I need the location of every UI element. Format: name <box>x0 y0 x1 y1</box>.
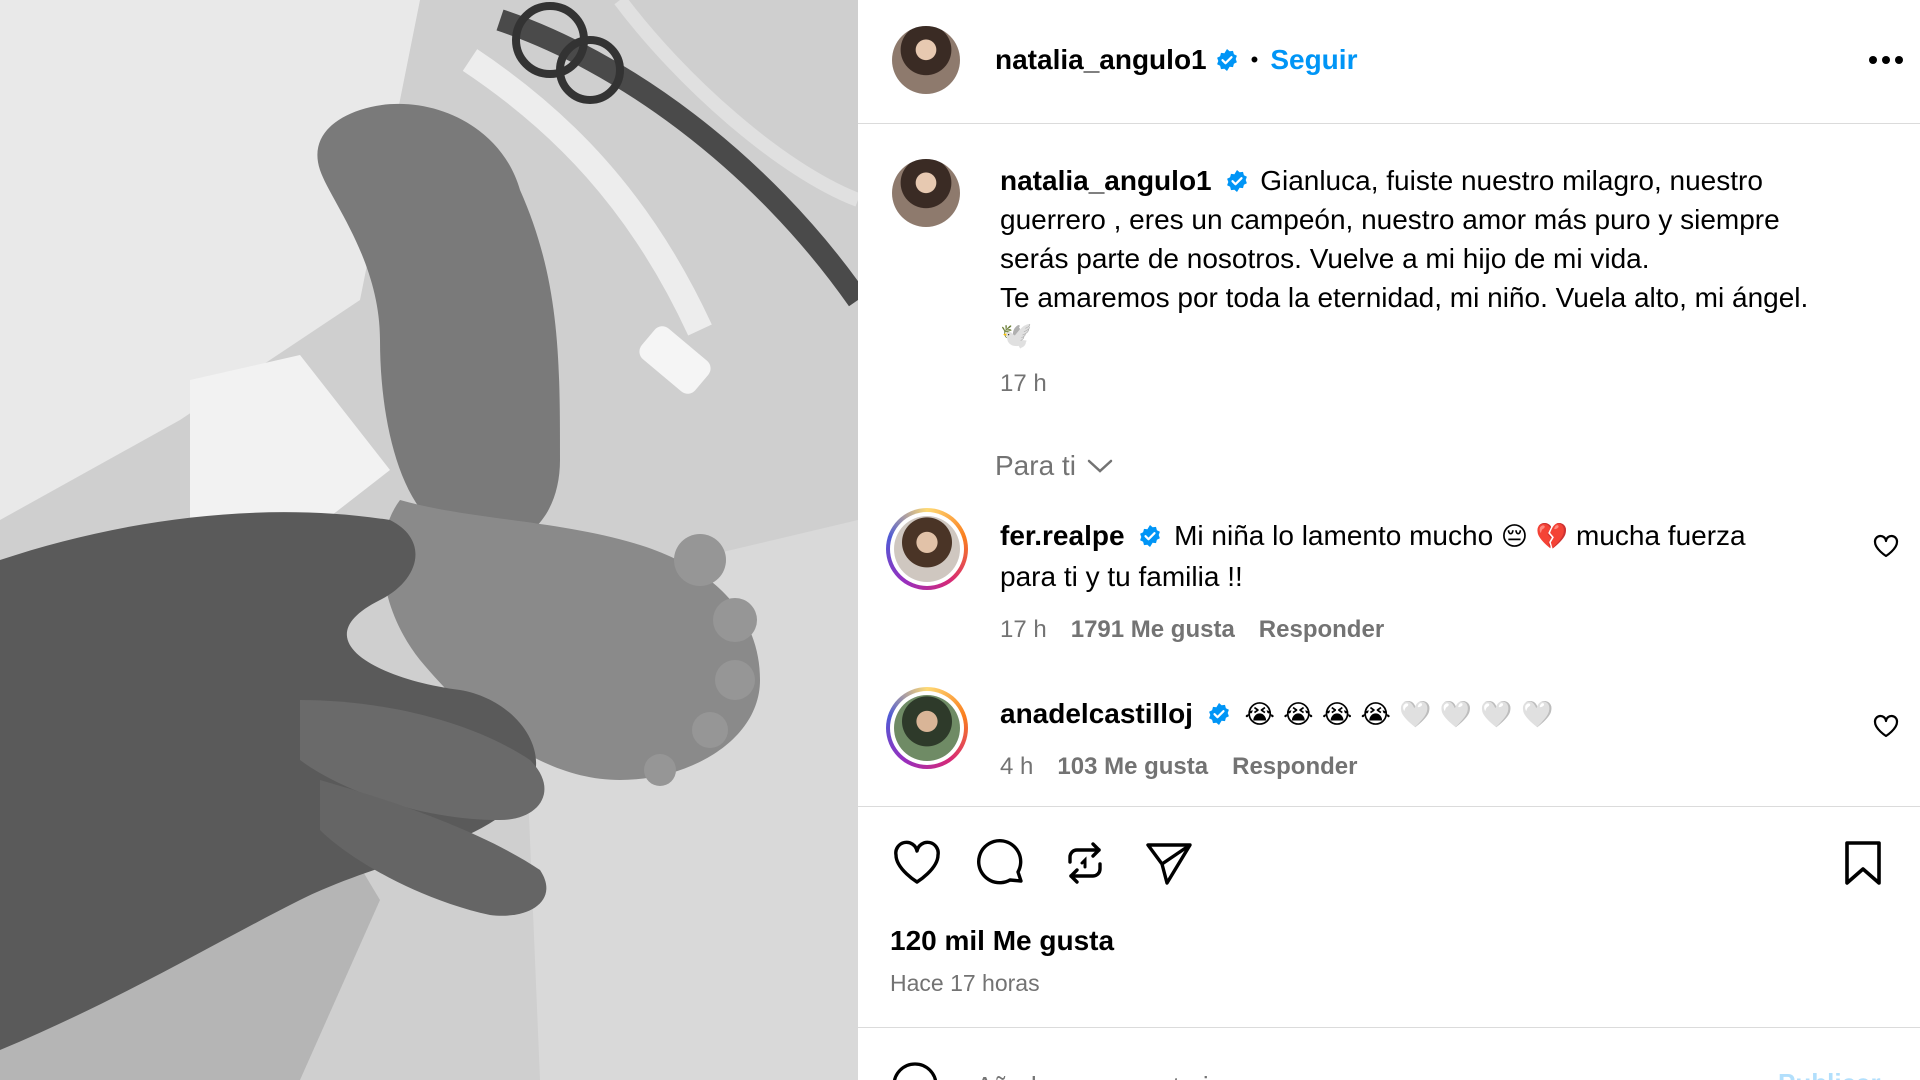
caption-avatar[interactable] <box>892 159 960 227</box>
caption-line-2: guerrero , eres un campeón, nuestro amor… <box>1000 204 1780 235</box>
comment-time[interactable]: 17 h <box>1000 610 1047 649</box>
comment-avatar <box>894 516 960 582</box>
comment-text-line-2: para ti y tu familia !! <box>1000 561 1243 592</box>
comment-username[interactable]: fer.realpe <box>1000 520 1125 551</box>
author-info: natalia_angulo1 • Seguir <box>995 40 1357 80</box>
follow-button[interactable]: Seguir <box>1270 44 1357 76</box>
verified-badge-icon <box>1216 49 1237 71</box>
verified-badge-icon <box>1227 170 1248 192</box>
comment-avatar-ring[interactable] <box>886 687 968 769</box>
post-comment-button[interactable]: Publicar <box>1778 1068 1881 1080</box>
verified-badge-icon <box>1208 703 1229 725</box>
caption-line-1: Gianluca, fuiste nuestro milagro, nuestr… <box>1260 165 1763 196</box>
comment-meta: 4 h 103 Me gusta Responder <box>1000 747 1840 786</box>
comment-input[interactable] <box>976 1066 1596 1080</box>
comment-like-heart-icon[interactable] <box>1870 530 1902 562</box>
comment-time[interactable]: 4 h <box>1000 747 1033 786</box>
reply-button[interactable]: Responder <box>1259 610 1384 649</box>
save-bookmark-icon[interactable] <box>1836 836 1890 890</box>
comment-username[interactable]: anadelcastilloj <box>1000 698 1193 729</box>
divider <box>858 1027 1920 1028</box>
caption-line-3: serás parte de nosotros. Vuelve a mi hij… <box>1000 243 1650 274</box>
like-heart-icon[interactable] <box>890 838 944 888</box>
comment-like-heart-icon[interactable] <box>1870 710 1902 742</box>
comment-bubble-icon[interactable] <box>974 836 1028 890</box>
separator-dot: • <box>1250 47 1259 72</box>
caption-line-4: Te amaremos por toda la eternidad, mi ni… <box>1000 282 1809 313</box>
comment-likes[interactable]: 103 Me gusta <box>1057 747 1208 786</box>
share-send-icon[interactable] <box>1142 836 1196 890</box>
sort-label: Para ti <box>995 450 1076 481</box>
post-header: natalia_angulo1 • Seguir <box>858 0 1920 124</box>
emoji-picker-icon[interactable] <box>890 1060 940 1080</box>
caption: natalia_angulo1 Gianluca, fuiste nuestro… <box>1000 161 1900 403</box>
comment-likes[interactable]: 1791 Me gusta <box>1071 610 1235 649</box>
sort-selector[interactable]: Para ti <box>995 448 1114 484</box>
pensive-emoji: 😔 <box>1500 522 1529 552</box>
comment-2: anadelcastilloj 😭 😭 😭 😭 🤍 🤍 🤍 🤍 4 h 103 … <box>1000 694 1840 786</box>
comment-meta: 17 h 1791 Me gusta Responder <box>1000 610 1840 649</box>
divider <box>858 806 1920 807</box>
post-timestamp[interactable]: Hace 17 horas <box>890 970 1040 997</box>
post-photo <box>0 0 858 1080</box>
comment-text-2: mucha fuerza <box>1575 520 1746 551</box>
comment-text: Mi niña lo lamento mucho <box>1174 520 1494 551</box>
chevron-down-icon <box>1087 459 1113 473</box>
reply-button[interactable]: Responder <box>1232 747 1357 786</box>
post-photo-art <box>0 0 858 1080</box>
comment-emojis: 😭 😭 😭 😭 🤍 🤍 🤍 🤍 <box>1244 700 1554 730</box>
comment-avatar-ring[interactable] <box>886 508 968 590</box>
repost-icon[interactable] <box>1058 836 1112 890</box>
broken-heart-emoji: 💔 <box>1535 522 1569 552</box>
author-avatar[interactable] <box>892 26 960 94</box>
likes-count[interactable]: 120 mil Me gusta <box>890 925 1114 957</box>
comment-1: fer.realpe Mi niña lo lamento mucho 😔 💔 … <box>1000 516 1840 649</box>
caption-time[interactable]: 17 h <box>1000 364 1900 403</box>
comment-avatar <box>894 695 960 761</box>
author-username[interactable]: natalia_angulo1 <box>995 44 1207 76</box>
more-options-icon[interactable] <box>1864 44 1908 76</box>
dove-emoji: 🕊️ <box>1000 321 1033 351</box>
caption-username[interactable]: natalia_angulo1 <box>1000 165 1212 196</box>
verified-badge-icon <box>1140 525 1161 547</box>
post-panel: natalia_angulo1 • Seguir natalia_angulo1… <box>858 0 1920 1080</box>
